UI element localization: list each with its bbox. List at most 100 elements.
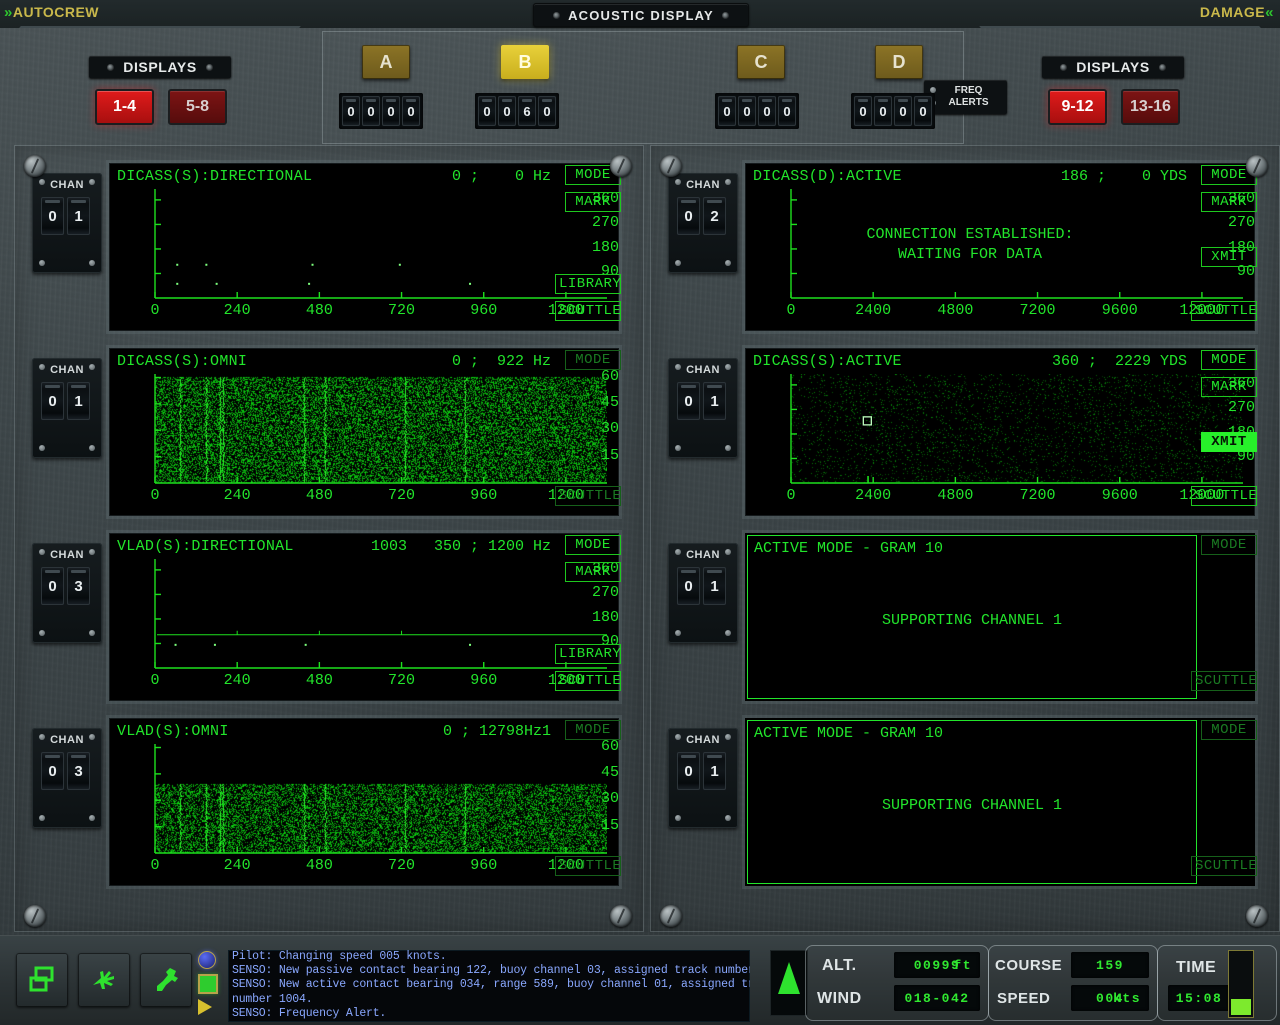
chan-selector-vlad-s-directional[interactable]: CHAN 0 3: [32, 543, 102, 643]
chan-selector-active-mode-gram-10-a[interactable]: CHAN 0 1: [668, 543, 738, 643]
autocrew-menu[interactable]: » AUTOCREW: [4, 2, 99, 22]
digit-wheel[interactable]: 0: [382, 96, 400, 126]
button-mode-active-mode-gram-10-b[interactable]: MODE: [1201, 720, 1257, 740]
digit-wheel[interactable]: 0: [342, 96, 360, 126]
digit-wheel[interactable]: 0: [677, 567, 700, 605]
channel-button-d[interactable]: D: [875, 45, 923, 79]
digit-wheel[interactable]: 3: [67, 567, 90, 605]
button-mode-dicass-s-omni[interactable]: MODE: [565, 350, 621, 370]
button-mark-dicass-s-directional[interactable]: MARK: [565, 192, 621, 212]
chan-selector-dicass-s-active[interactable]: CHAN 0 1: [668, 358, 738, 458]
chan-digits[interactable]: 0 1: [677, 567, 726, 605]
wrench-icon-button[interactable]: [140, 953, 192, 1007]
digit-wheel[interactable]: 0: [402, 96, 420, 126]
scope-vlad-s-omni[interactable]: VLAD(S):OMNI 0 ; 12798Hz1 15 30 45 60 0 240 48…: [109, 718, 619, 886]
digit-wheel[interactable]: 0: [874, 96, 892, 126]
chan-digits[interactable]: 0 1: [41, 382, 90, 420]
digit-wheel[interactable]: 0: [498, 96, 516, 126]
channel-b-counter[interactable]: 0 0 6 0: [475, 93, 559, 129]
button-mark-dicass-d-active[interactable]: MARK: [1201, 192, 1257, 212]
digit-wheel[interactable]: 6: [518, 96, 536, 126]
digit-wheel[interactable]: 0: [677, 382, 700, 420]
chan-selector-dicass-s-directional[interactable]: CHAN 0 1: [32, 173, 102, 273]
displays-button-5-8[interactable]: 5-8: [168, 89, 227, 125]
digit-wheel[interactable]: 0: [41, 197, 64, 235]
channel-c-counter[interactable]: 0 0 0 0: [715, 93, 799, 129]
scope-dicass-s-directional[interactable]: DICASS(S):DIRECTIONAL 0 ; 0 Hz 90 180 270 3…: [109, 163, 619, 331]
digit-wheel[interactable]: 0: [41, 567, 64, 605]
displays-button-13-16[interactable]: 13-16: [1121, 89, 1180, 125]
chan-digits[interactable]: 0 1: [677, 752, 726, 790]
digit-wheel[interactable]: 0: [41, 752, 64, 790]
digit-wheel[interactable]: 0: [677, 752, 700, 790]
digit-wheel[interactable]: 0: [778, 96, 796, 126]
button-scuttle-active-mode-gram-10-a[interactable]: SCUTTLE: [1191, 671, 1257, 691]
button-mode-dicass-s-active[interactable]: MODE: [1201, 350, 1257, 370]
button-scuttle-dicass-s-directional[interactable]: SCUTTLE: [555, 301, 621, 321]
displays-left-buttons: 1-4 5-8: [95, 89, 231, 125]
chan-digits[interactable]: 0 1: [677, 382, 726, 420]
channel-d-counter[interactable]: 0 0 0 0: [851, 93, 935, 129]
digit-wheel[interactable]: 0: [894, 96, 912, 126]
chan-selector-dicass-s-omni[interactable]: CHAN 0 1: [32, 358, 102, 458]
button-scuttle-dicass-d-active[interactable]: SCUTTLE: [1191, 301, 1257, 321]
button-mark-dicass-s-active[interactable]: MARK: [1201, 377, 1257, 397]
digit-wheel[interactable]: 0: [538, 96, 556, 126]
channel-a-counter[interactable]: 0 0 0 0: [339, 93, 423, 129]
channel-button-a[interactable]: A: [362, 45, 410, 79]
button-mark-vlad-s-directional[interactable]: MARK: [565, 562, 621, 582]
button-mode-vlad-s-omni[interactable]: MODE: [565, 720, 621, 740]
chan-selector-active-mode-gram-10-b[interactable]: CHAN 0 1: [668, 728, 738, 828]
digit-wheel[interactable]: 0: [478, 96, 496, 126]
digit-wheel[interactable]: 2: [703, 197, 726, 235]
digit-wheel[interactable]: 1: [703, 382, 726, 420]
button-xmit-dicass-d-active[interactable]: XMIT: [1201, 247, 1257, 267]
button-mode-active-mode-gram-10-a[interactable]: MODE: [1201, 535, 1257, 555]
button-xmit-dicass-s-active[interactable]: XMIT: [1201, 432, 1257, 452]
damage-menu[interactable]: DAMAGE «: [1200, 2, 1274, 22]
chan-selector-dicass-d-active[interactable]: CHAN 0 2: [668, 173, 738, 273]
button-library-dicass-s-directional[interactable]: LIBRARY: [555, 274, 621, 294]
digit-wheel[interactable]: 1: [703, 567, 726, 605]
message-log[interactable]: Pilot: Changing speed 005 knots. SENSO: …: [228, 950, 750, 1022]
channel-button-b[interactable]: B: [501, 45, 549, 79]
digit-wheel[interactable]: 3: [67, 752, 90, 790]
digit-wheel[interactable]: 0: [914, 96, 932, 126]
scope-dicass-s-omni[interactable]: DICASS(S):OMNI 0 ; 922 Hz 15 30 45 60 0 240 48…: [109, 348, 619, 516]
scope-vlad-s-directional[interactable]: VLAD(S):DIRECTIONAL 1003 350 ; 1200 Hz 9…: [109, 533, 619, 701]
button-mode-vlad-s-directional[interactable]: MODE: [565, 535, 621, 555]
log-line: SENSO: New active contact bearing 034, r…: [232, 978, 750, 992]
digit-wheel[interactable]: 0: [718, 96, 736, 126]
digit-wheel[interactable]: 0: [677, 197, 700, 235]
digit-wheel[interactable]: 0: [41, 382, 64, 420]
digit-wheel[interactable]: 0: [854, 96, 872, 126]
button-scuttle-active-mode-gram-10-b[interactable]: SCUTTLE: [1191, 856, 1257, 876]
button-scuttle-vlad-s-omni[interactable]: SCUTTLE: [555, 856, 621, 876]
channel-button-c[interactable]: C: [737, 45, 785, 79]
chan-digits[interactable]: 0 3: [41, 752, 90, 790]
digit-wheel[interactable]: 0: [362, 96, 380, 126]
displays-button-9-12[interactable]: 9-12: [1048, 89, 1107, 125]
digit-wheel[interactable]: 1: [67, 197, 90, 235]
hand-wave-icon-button[interactable]: [78, 953, 130, 1007]
digit-wheel[interactable]: 1: [67, 382, 90, 420]
button-library-vlad-s-directional[interactable]: LIBRARY: [555, 644, 621, 664]
digit-wheel[interactable]: 1: [703, 752, 726, 790]
scope-dicass-d-active[interactable]: DICASS(D):ACTIVE 186 ; 0 YDS 90 180 270 360…: [745, 163, 1255, 331]
button-scuttle-dicass-s-omni[interactable]: SCUTTLE: [555, 486, 621, 506]
displays-right-text: DISPLAYS: [1076, 59, 1150, 75]
chan-digits[interactable]: 0 1: [41, 197, 90, 235]
y-tick-label: 60: [600, 367, 619, 385]
digit-wheel[interactable]: 0: [758, 96, 776, 126]
displays-button-1-4[interactable]: 1-4: [95, 89, 154, 125]
scope-dicass-s-active[interactable]: DICASS(S):ACTIVE 360 ; 2229 YDS 90180270…: [745, 348, 1255, 516]
chan-digits[interactable]: 0 3: [41, 567, 90, 605]
freq-alerts-button[interactable]: FREQ ALERTS: [924, 80, 1007, 114]
chan-selector-vlad-s-omni[interactable]: CHAN 0 3: [32, 728, 102, 828]
windows-icon-button[interactable]: [16, 953, 68, 1007]
digit-wheel[interactable]: 0: [738, 96, 756, 126]
button-scuttle-vlad-s-directional[interactable]: SCUTTLE: [555, 671, 621, 691]
chan-digits[interactable]: 0 2: [677, 197, 726, 235]
course-value-field: 159: [1071, 952, 1149, 978]
button-scuttle-dicass-s-active[interactable]: SCUTTLE: [1191, 486, 1257, 506]
